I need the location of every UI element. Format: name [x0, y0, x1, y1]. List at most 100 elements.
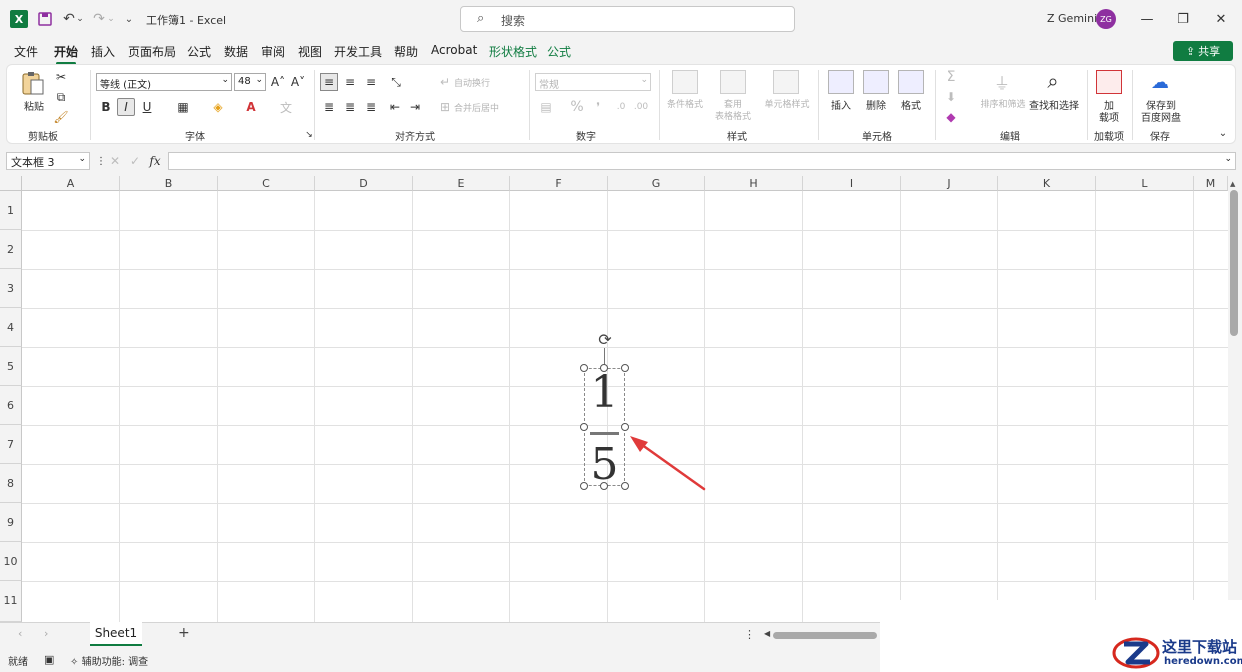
resize-handle[interactable]	[600, 482, 608, 490]
sheet-tab[interactable]: Sheet1	[90, 622, 142, 646]
tab-view[interactable]: 视图	[298, 43, 322, 60]
delete-cells-label[interactable]: 删除	[861, 97, 891, 112]
search-box[interactable]: ⌕ 搜索	[460, 6, 795, 32]
align-left-icon[interactable]: ≣	[320, 98, 338, 116]
column-header[interactable]: L	[1096, 176, 1194, 191]
font-dialog-launcher-icon[interactable]: ↘	[300, 126, 318, 144]
row-header[interactable]: 10	[0, 542, 22, 581]
save-icon[interactable]	[36, 10, 54, 28]
orientation-icon[interactable]: ⤡	[387, 73, 405, 91]
format-as-table-label-2[interactable]: 表格格式	[706, 109, 760, 122]
tab-data[interactable]: 数据	[224, 43, 248, 60]
close-icon[interactable]: ✕	[1210, 8, 1232, 30]
column-header[interactable]: F	[510, 176, 608, 191]
wrap-text-label[interactable]: 自动换行	[454, 76, 490, 89]
resize-handle[interactable]	[580, 482, 588, 490]
tab-developer[interactable]: 开发工具	[334, 43, 382, 60]
align-middle-icon[interactable]: ≡	[341, 73, 359, 91]
italic-button[interactable]: I	[117, 98, 135, 116]
cut-icon[interactable]: ✂	[52, 68, 70, 86]
number-format-combo[interactable]: 常规 ⌄	[535, 73, 651, 91]
font-color-icon[interactable]: A	[242, 98, 260, 116]
tab-help[interactable]: 帮助	[394, 43, 418, 60]
add-sheet-icon[interactable]: +	[178, 625, 190, 641]
row-header[interactable]: 2	[0, 230, 22, 269]
merge-center-icon[interactable]: ⊞	[436, 98, 454, 116]
resize-handle[interactable]	[600, 364, 608, 372]
align-top-icon[interactable]: ≡	[320, 73, 338, 91]
insert-function-icon[interactable]: fx	[146, 152, 164, 170]
rotate-handle-icon[interactable]: ⟳	[595, 330, 615, 350]
name-box[interactable]: 文本框 3 ⌄	[6, 152, 90, 170]
format-as-table-icon[interactable]	[720, 70, 746, 94]
find-select-label[interactable]: 查找和选择	[1026, 97, 1082, 112]
undo-dropdown-icon[interactable]: ⌄	[75, 10, 85, 28]
row-header[interactable]: 8	[0, 464, 22, 503]
scroll-left-icon[interactable]: ◀	[764, 629, 770, 638]
redo-dropdown-icon[interactable]: ⌄	[106, 10, 116, 28]
row-header[interactable]: 6	[0, 386, 22, 425]
format-painter-icon[interactable]: 🖌	[52, 108, 70, 126]
sort-filter-label[interactable]: 排序和筛选	[975, 97, 1031, 110]
insert-cells-label[interactable]: 插入	[826, 97, 856, 112]
user-name[interactable]: Z Gemini	[1047, 12, 1097, 25]
fill-icon[interactable]: ⬇	[942, 88, 960, 106]
decrease-font-icon[interactable]: A˅	[289, 73, 307, 91]
column-header[interactable]: I	[803, 176, 901, 191]
customize-qat-icon[interactable]: ⌄	[122, 10, 136, 28]
cancel-icon[interactable]: ✕	[106, 152, 124, 170]
increase-font-icon[interactable]: A˄	[269, 73, 287, 91]
increase-indent-icon[interactable]: ⇥	[406, 98, 424, 116]
baidu-cloud-icon[interactable]: ☁	[1148, 70, 1172, 94]
row-header[interactable]: 5	[0, 347, 22, 386]
bold-button[interactable]: B	[97, 98, 115, 116]
enter-icon[interactable]: ✓	[126, 152, 144, 170]
column-header[interactable]: D	[315, 176, 413, 191]
decrease-indent-icon[interactable]: ⇤	[386, 98, 404, 116]
borders-icon[interactable]: ▦	[174, 98, 192, 116]
decrease-decimal-icon[interactable]: .00	[632, 98, 650, 116]
minimize-icon[interactable]: —	[1136, 8, 1158, 30]
tab-formulas[interactable]: 公式	[187, 43, 211, 60]
collapse-ribbon-icon[interactable]: ⌄	[1214, 124, 1232, 142]
resize-handle[interactable]	[621, 364, 629, 372]
resize-handle[interactable]	[580, 423, 588, 431]
align-center-icon[interactable]: ≣	[341, 98, 359, 116]
align-bottom-icon[interactable]: ≡	[362, 73, 380, 91]
paste-icon[interactable]	[20, 70, 46, 96]
insert-cells-icon[interactable]	[828, 70, 854, 94]
next-sheet-icon[interactable]: ›	[44, 627, 48, 640]
avatar[interactable]: ZG	[1096, 9, 1116, 29]
find-select-icon[interactable]: ⌕	[1040, 68, 1066, 94]
accounting-format-icon[interactable]: ▤	[537, 98, 555, 116]
row-header[interactable]: 1	[0, 191, 22, 230]
font-name-combo[interactable]: 等线 (正文) ⌄	[96, 73, 232, 91]
save-baidu-label-2[interactable]: 百度网盘	[1136, 109, 1186, 124]
share-button[interactable]: ⇪ 共享	[1173, 41, 1233, 61]
conditional-format-icon[interactable]	[672, 70, 698, 94]
conditional-format-label[interactable]: 条件格式	[662, 97, 708, 110]
merge-center-label[interactable]: 合并后居中	[454, 101, 499, 114]
autosum-icon[interactable]: Σ	[942, 68, 960, 86]
tab-acrobat[interactable]: Acrobat	[431, 43, 477, 57]
fill-color-icon[interactable]: ◈	[209, 98, 227, 116]
add-ins-icon[interactable]	[1096, 70, 1122, 94]
phonetic-icon[interactable]: 文	[277, 98, 295, 116]
sort-filter-icon[interactable]: ⏚	[990, 70, 1014, 94]
tab-insert[interactable]: 插入	[91, 43, 115, 60]
comma-style-icon[interactable]: ❜	[589, 98, 607, 116]
format-cells-icon[interactable]	[898, 70, 924, 94]
resize-handle[interactable]	[580, 364, 588, 372]
column-header[interactable]: A	[22, 176, 120, 191]
copy-icon[interactable]: ⧉	[52, 88, 70, 106]
more-options-icon[interactable]: ⋮	[744, 628, 755, 641]
tab-shape-format[interactable]: 形状格式	[489, 43, 537, 60]
column-header[interactable]: C	[218, 176, 315, 191]
column-header[interactable]: K	[998, 176, 1096, 191]
increase-decimal-icon[interactable]: .0	[612, 98, 630, 116]
add-ins-label-2[interactable]: 载项	[1094, 109, 1124, 124]
column-header[interactable]: M	[1194, 176, 1228, 191]
column-header[interactable]: B	[120, 176, 218, 191]
cell-styles-icon[interactable]	[773, 70, 799, 94]
tab-file[interactable]: 文件	[14, 43, 38, 60]
